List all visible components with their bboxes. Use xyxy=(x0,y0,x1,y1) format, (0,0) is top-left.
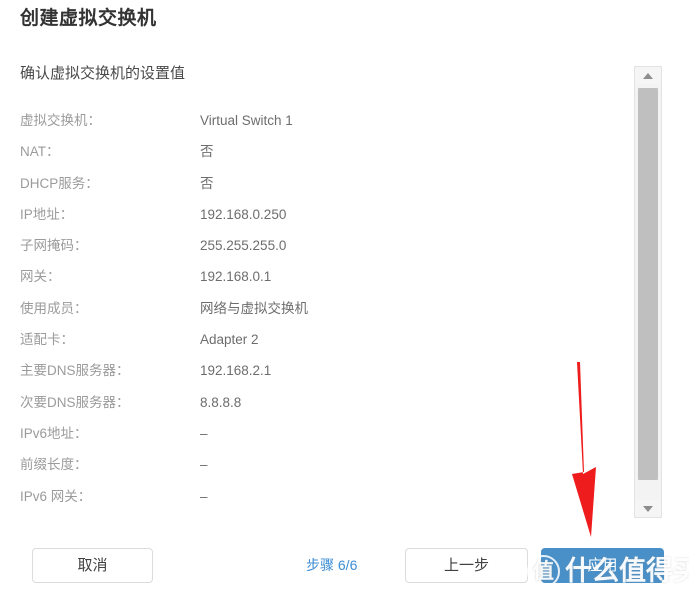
summary-row-label: NAT： xyxy=(20,144,60,160)
summary-row: NAT： 否 xyxy=(0,136,628,167)
summary-row: IPv6 网关： – xyxy=(0,481,628,512)
dialog-footer: 取消 步骤 6/6 上一步 应用 xyxy=(0,532,689,594)
summary-row: 主要DNS服务器： 192.168.2.1 xyxy=(0,355,628,386)
summary-row-value: – xyxy=(200,425,208,441)
summary-row-value: 8.8.8.8 xyxy=(200,394,242,410)
scrollbar-thumb[interactable] xyxy=(638,88,658,480)
summary-row-label: 使用成员： xyxy=(20,300,88,316)
apply-button[interactable]: 应用 xyxy=(541,548,664,583)
summary-row-value: – xyxy=(200,488,208,504)
scroll-up-button[interactable] xyxy=(635,67,661,84)
summary-row: 前缀长度： – xyxy=(0,449,628,480)
summary-row-label: DHCP服务： xyxy=(20,175,99,191)
summary-row: DHCP服务： 否 xyxy=(0,168,628,199)
triangle-down-icon xyxy=(643,505,653,512)
summary-row-value: Virtual Switch 1 xyxy=(200,113,293,128)
summary-row-value: 网络与虚拟交换机 xyxy=(200,300,308,316)
summary-row-label: 次要DNS服务器： xyxy=(20,394,130,410)
vertical-scrollbar[interactable] xyxy=(634,66,662,518)
page-title: 创建虚拟交换机 xyxy=(20,8,157,29)
summary-row: 使用成员： 网络与虚拟交换机 xyxy=(0,293,628,324)
summary-row-label: 子网掩码： xyxy=(20,238,88,254)
summary-row-label: 主要DNS服务器： xyxy=(20,363,130,379)
summary-row: 虚拟交换机： Virtual Switch 1 xyxy=(0,105,628,136)
summary-row-value: Adapter 2 xyxy=(200,332,259,348)
triangle-up-icon xyxy=(643,72,653,79)
summary-row-value: 255.255.255.0 xyxy=(200,238,287,254)
summary-row-label: 前缀长度： xyxy=(20,457,88,473)
summary-row-label: IP地址： xyxy=(20,206,74,222)
summary-row-label: 网关： xyxy=(20,269,61,285)
summary-list: 虚拟交换机： Virtual Switch 1 NAT： 否 DHCP服务： 否 IP地址：… xyxy=(0,105,628,525)
summary-row: IPv6地址： – xyxy=(0,418,628,449)
step-indicator: 步骤 6/6 xyxy=(306,557,358,573)
step-heading: 确认虚拟交换机的设置值 xyxy=(20,65,186,82)
cancel-button[interactable]: 取消 xyxy=(32,548,153,583)
summary-row: 次要DNS服务器： 8.8.8.8 xyxy=(0,387,628,418)
summary-row-label: IPv6 网关： xyxy=(20,488,92,504)
previous-step-button[interactable]: 上一步 xyxy=(405,548,528,583)
summary-row-value: 否 xyxy=(200,175,214,191)
summary-row: 适配卡： Adapter 2 xyxy=(0,324,628,355)
summary-row-label: IPv6地址： xyxy=(20,425,88,441)
summary-row-label: 适配卡： xyxy=(20,332,74,348)
summary-row: IP地址： 192.168.0.250 xyxy=(0,199,628,230)
summary-row-value: 192.168.2.1 xyxy=(200,363,272,379)
summary-row-value: 192.168.0.1 xyxy=(200,269,272,285)
summary-row: 子网掩码： 255.255.255.0 xyxy=(0,230,628,261)
summary-row-label: 虚拟交换机： xyxy=(20,113,101,128)
summary-row: 网关： 192.168.0.1 xyxy=(0,261,628,292)
scroll-down-button[interactable] xyxy=(635,500,661,517)
summary-row-value: 否 xyxy=(200,144,214,160)
summary-row-value: – xyxy=(200,457,208,473)
summary-row-value: 192.168.0.250 xyxy=(200,206,287,222)
